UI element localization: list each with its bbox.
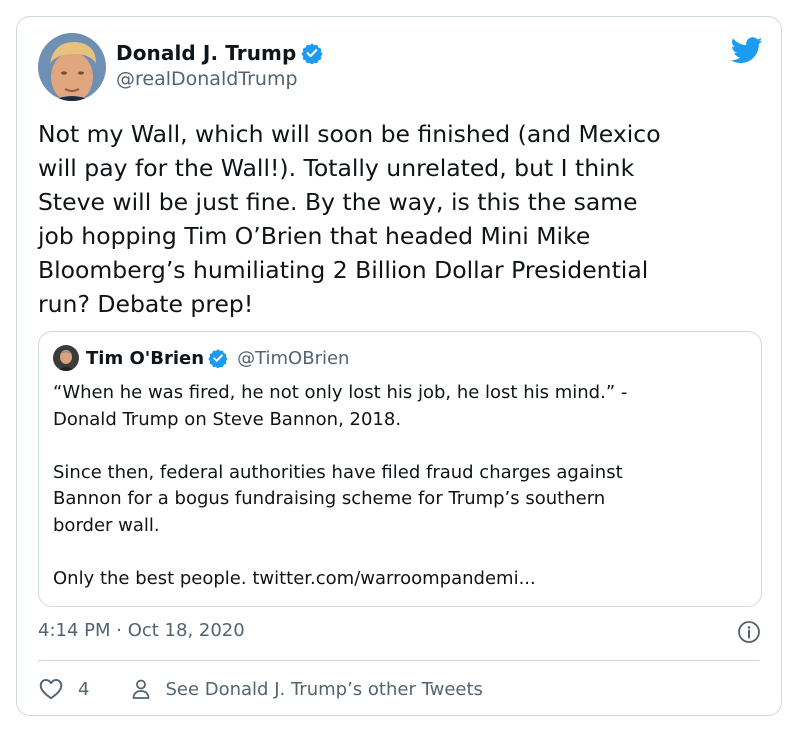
tweet-text: Not my Wall, which will soon be finished…	[38, 120, 661, 318]
like-count: 4	[78, 678, 90, 700]
divider	[38, 660, 760, 661]
see-other-tweets-label: See Donald J. Trump’s other Tweets	[165, 678, 483, 700]
info-icon[interactable]	[737, 620, 761, 644]
author-avatar[interactable]	[38, 33, 106, 101]
tweet-actions: 4 See Donald J. Trump’s other Tweets	[38, 674, 483, 704]
quoted-tweet-text: “When he was fired, he not only lost his…	[53, 382, 628, 589]
author-display-name[interactable]: Donald J. Trump	[116, 41, 296, 65]
verified-badge-icon	[301, 42, 324, 64]
see-other-tweets-link[interactable]: See Donald J. Trump’s other Tweets	[129, 677, 483, 701]
tweet-card[interactable]: Donald J. Trump @realDonaldTrump Not my …	[16, 16, 782, 716]
heart-icon	[38, 676, 64, 702]
quoted-tweet[interactable]: Tim O'Brien @TimOBrien “When he was fire…	[38, 331, 762, 607]
author-handle[interactable]: @realDonaldTrump	[116, 68, 298, 90]
verified-badge-icon	[208, 348, 228, 368]
quoted-author-avatar[interactable]	[53, 345, 79, 371]
quoted-author-display-name[interactable]: Tim O'Brien	[86, 348, 204, 369]
quoted-author-handle[interactable]: @TimOBrien	[237, 348, 349, 369]
like-button[interactable]: 4	[38, 676, 89, 702]
tweet-timestamp[interactable]: 4:14 PM · Oct 18, 2020	[38, 620, 245, 641]
person-icon	[129, 677, 153, 701]
twitter-bird-icon[interactable]	[731, 37, 763, 64]
